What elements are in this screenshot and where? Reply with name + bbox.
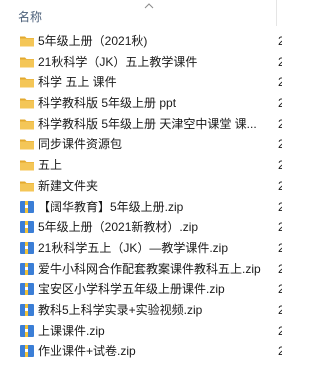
item-name: 21秋科学五上（JK）—教学课件.zip <box>38 240 229 255</box>
date-value-truncated: 2 <box>278 137 282 152</box>
item-name: 科学 五上 课件 <box>38 75 117 90</box>
folder-icon <box>19 117 35 131</box>
name-column-header[interactable]: 名称 <box>18 8 42 25</box>
column-header: 名称 <box>0 0 282 26</box>
date-column-clip: 2 <box>276 155 282 176</box>
date-value-truncated: 2 <box>278 323 282 338</box>
date-column-clip: 2 <box>276 93 282 114</box>
item-name: 作业课件+试卷.zip <box>38 344 136 359</box>
zip-file-row[interactable]: 【阔华教育】5年级上册.zip 2 <box>0 197 282 218</box>
date-value-truncated: 2 <box>278 178 282 193</box>
zip-file-row[interactable]: 21秋科学五上（JK）—教学课件.zip 2 <box>0 238 282 259</box>
date-column-clip: 2 <box>276 341 282 362</box>
zip-file-row[interactable]: 爱牛小科网合作配套教案课件教科五上.zip 2 <box>0 259 282 280</box>
folder-row[interactable]: 科学 五上 课件 2 <box>0 72 282 93</box>
zip-file-row[interactable]: 教科5上科学实录+实验视频.zip 2 <box>0 300 282 321</box>
folder-icon <box>19 96 35 110</box>
date-value-truncated: 2 <box>278 116 282 131</box>
date-column-clip: 2 <box>276 300 282 321</box>
zip-archive-icon <box>19 303 35 317</box>
file-list: 5年级上册（2021秋) 2 21秋科学（JK）五上教学课件 2 科学 五上 课件 2 科学… <box>0 31 282 362</box>
date-value-truncated: 2 <box>278 54 282 69</box>
zip-archive-icon <box>19 344 35 358</box>
date-value-truncated: 2 <box>278 96 282 111</box>
zip-archive-icon <box>19 324 35 338</box>
item-name: 爱牛小科网合作配套教案课件教科五上.zip <box>38 261 261 276</box>
folder-icon <box>19 34 35 48</box>
date-value-truncated: 2 <box>278 302 282 317</box>
date-value-truncated: 2 <box>278 199 282 214</box>
folder-row[interactable]: 同步课件资源包 2 <box>0 134 282 155</box>
zip-archive-icon <box>19 220 35 234</box>
date-value-truncated: 2 <box>278 158 282 173</box>
date-column-clip: 2 <box>276 114 282 135</box>
item-name: 科学教科版 5年级上册 ppt <box>38 96 177 111</box>
zip-archive-icon <box>19 262 35 276</box>
folder-icon <box>19 179 35 193</box>
folder-icon <box>19 75 35 89</box>
folder-icon <box>19 55 35 69</box>
zip-file-row[interactable]: 宝安区小学科学五年级上册课件.zip 2 <box>0 279 282 300</box>
date-value-truncated: 2 <box>278 240 282 255</box>
item-name: 新建文件夹 <box>38 178 99 193</box>
date-value-truncated: 2 <box>278 344 282 359</box>
date-column-clip: 2 <box>276 31 282 52</box>
zip-archive-icon <box>19 282 35 296</box>
date-value-truncated: 2 <box>278 34 282 48</box>
zip-archive-icon <box>19 241 35 255</box>
zip-file-row[interactable]: 5年级上册（2021新教材）.zip 2 <box>0 217 282 238</box>
item-name: 上课课件.zip <box>38 323 105 338</box>
item-name: 【阔华教育】5年级上册.zip <box>38 199 184 214</box>
date-column-clip: 2 <box>276 176 282 197</box>
folder-icon <box>19 137 35 151</box>
folder-row[interactable]: 五上 2 <box>0 155 282 176</box>
zip-file-row[interactable]: 作业课件+试卷.zip 2 <box>0 341 282 362</box>
date-column-clip: 2 <box>276 72 282 93</box>
date-value-truncated: 2 <box>278 220 282 235</box>
item-name: 5年级上册（2021秋) <box>38 34 148 48</box>
column-divider[interactable] <box>276 0 277 26</box>
date-column-clip: 2 <box>276 321 282 342</box>
folder-row[interactable]: 21秋科学（JK）五上教学课件 2 <box>0 52 282 73</box>
date-column-clip: 2 <box>276 279 282 300</box>
date-value-truncated: 2 <box>278 261 282 276</box>
item-name: 科学教科版 5年级上册 天津空中课堂 课... <box>38 116 257 131</box>
item-name: 21秋科学（JK）五上教学课件 <box>38 54 198 69</box>
item-name: 宝安区小学科学五年级上册课件.zip <box>38 282 225 297</box>
date-column-clip: 2 <box>276 134 282 155</box>
date-column-clip: 2 <box>276 52 282 73</box>
date-column-clip: 2 <box>276 238 282 259</box>
folder-row[interactable]: 5年级上册（2021秋) 2 <box>0 31 282 52</box>
item-name: 同步课件资源包 <box>38 137 123 152</box>
folder-row[interactable]: 科学教科版 5年级上册 天津空中课堂 课... 2 <box>0 114 282 135</box>
zip-file-row[interactable]: 上课课件.zip 2 <box>0 321 282 342</box>
folder-row[interactable]: 科学教科版 5年级上册 ppt 2 <box>0 93 282 114</box>
chevron-up-icon[interactable] <box>144 2 154 9</box>
zip-archive-icon <box>19 200 35 214</box>
item-name: 5年级上册（2021新教材）.zip <box>38 220 199 235</box>
item-name: 教科5上科学实录+实验视频.zip <box>38 302 203 317</box>
folder-row[interactable]: 新建文件夹 2 <box>0 176 282 197</box>
date-column-clip: 2 <box>276 217 282 238</box>
date-column-clip: 2 <box>276 197 282 218</box>
date-column-clip: 2 <box>276 259 282 280</box>
item-name: 五上 <box>38 158 63 173</box>
date-value-truncated: 2 <box>278 75 282 90</box>
date-value-truncated: 2 <box>278 282 282 297</box>
folder-icon <box>19 158 35 172</box>
